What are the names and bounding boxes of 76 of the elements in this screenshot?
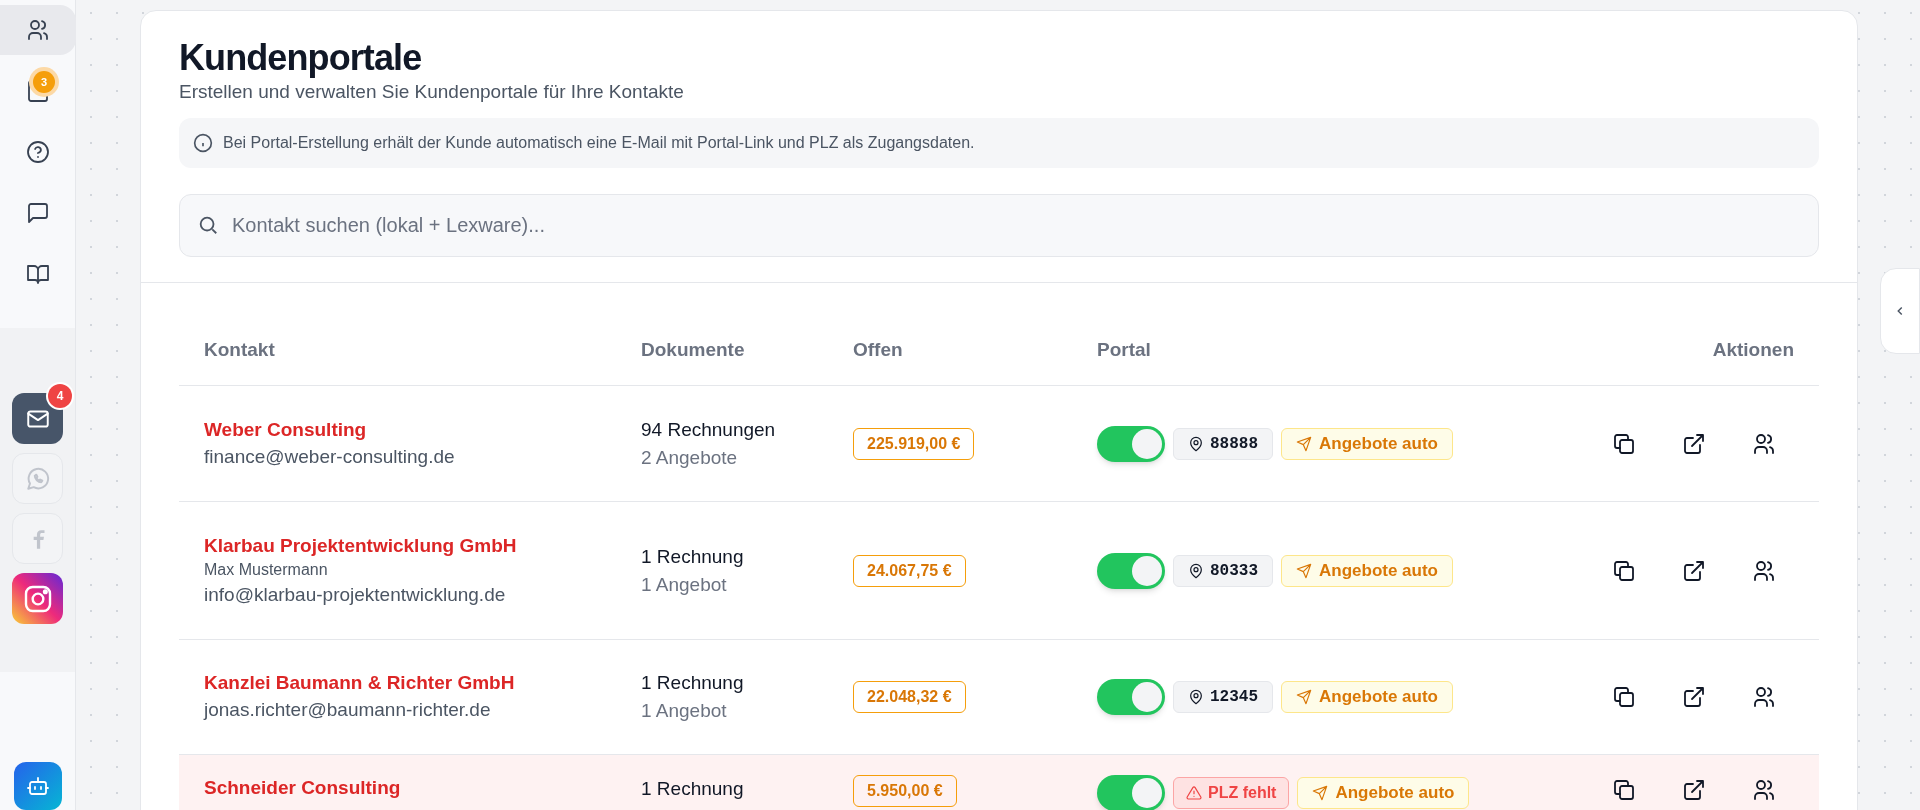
users-icon <box>1752 431 1776 456</box>
open-amount: 225.919,00 € <box>853 427 975 460</box>
notification-badge: 4 <box>48 384 72 409</box>
contact-email: info@klarbau-projektentwicklung.de <box>204 582 507 607</box>
auto-offers-tag: Angebote auto <box>1297 777 1470 809</box>
postal-code-tag: 80333 <box>1173 554 1273 587</box>
table-row[interactable]: Schneider Consulting 1 Rechnung 5.950,00 € PLZ fehlt Angebote auto <box>179 755 1819 810</box>
column-header: Offen <box>853 338 904 363</box>
auto-offers-tag: Angebote auto <box>1281 554 1453 587</box>
search-icon <box>197 214 219 236</box>
page-title: Kundenportale <box>179 36 423 80</box>
phone-bubble-icon <box>24 465 51 492</box>
offer-count: 2 Angebote <box>641 445 739 470</box>
send-icon <box>1312 785 1329 801</box>
postal-code-tag: 88888 <box>1173 427 1273 460</box>
channel-button[interactable] <box>12 573 63 625</box>
open-amount: 5.950,00 € <box>853 775 957 807</box>
info-text: Bei Portal-Erstellung erhält der Kunde automatisch eine E-Mail mit Portal-Link und PLZ als Zugangsdaten. <box>223 133 975 153</box>
postal-code-tag: 12345 <box>1173 681 1273 713</box>
external-link-icon <box>1682 431 1706 456</box>
column-header: Dokumente <box>641 338 746 363</box>
portal-toggle[interactable] <box>1097 552 1165 589</box>
users-icon <box>1752 778 1776 802</box>
contact-person: Max Mustermann <box>204 559 329 580</box>
warning-icon <box>1186 785 1202 801</box>
auto-offers-tag: Angebote auto <box>1281 427 1453 460</box>
invoice-count: 94 Rechnungen <box>641 417 777 442</box>
copy-icon <box>1612 685 1636 709</box>
missing-postal-code-tag: PLZ fehlt <box>1173 777 1290 809</box>
copy-icon <box>1612 558 1636 583</box>
map-pin-icon <box>1188 689 1204 705</box>
open-amount: 24.067,75 € <box>853 554 966 587</box>
portal-toggle[interactable] <box>1097 425 1165 462</box>
page-subtitle: Erstellen und verwalten Sie Kundenportale für Ihre Kontakte <box>179 80 685 104</box>
contact-name[interactable]: Weber Consulting <box>204 416 641 443</box>
users-icon <box>1752 685 1776 709</box>
assistant-button[interactable] <box>13 762 62 810</box>
sidebar-nav-item[interactable] <box>0 5 76 55</box>
clipboard-icon <box>26 79 50 103</box>
invoice-count: 1 Rechnung <box>641 777 745 801</box>
robot-icon <box>25 774 50 798</box>
external-link-icon <box>1682 558 1706 583</box>
users-icon <box>26 18 50 42</box>
channel-button[interactable] <box>12 393 63 445</box>
portal-toggle[interactable] <box>1097 679 1165 715</box>
send-icon <box>1296 689 1312 705</box>
contact-name[interactable]: Klarbau Projektentwicklung GmbH <box>204 532 641 559</box>
notification-badge: 3 <box>33 71 55 93</box>
copy-icon <box>1612 431 1636 456</box>
send-icon <box>1296 562 1312 579</box>
send-icon <box>1296 435 1312 452</box>
info-icon <box>193 133 213 153</box>
invoice-count: 1 Rechnung <box>641 671 745 695</box>
contact-email: finance@weber-consulting.de <box>204 444 456 469</box>
column-header: Kontakt <box>203 338 276 363</box>
open-amount: 22.048,32 € <box>853 681 966 713</box>
search-field[interactable]: Kontakt suchen (lokal + Lexware)... <box>179 194 1819 257</box>
contact-name[interactable]: Kanzlei Baumann & Richter GmbH <box>204 670 641 696</box>
offer-count: 1 Angebot <box>641 699 728 723</box>
copy-icon <box>1612 778 1636 802</box>
auto-offers-tag: Angebote auto <box>1281 681 1453 713</box>
column-header: Portal <box>1097 338 1152 363</box>
external-link-icon <box>1682 778 1706 802</box>
invoice-count: 1 Rechnung <box>641 544 745 569</box>
column-header: Aktionen <box>1711 338 1795 363</box>
open-book-icon <box>26 262 50 286</box>
contact-name[interactable]: Schneider Consulting <box>204 775 641 801</box>
offer-count: 1 Angebot <box>641 572 728 597</box>
contact-email: jonas.richter@baumann-richter.de <box>204 698 492 722</box>
map-pin-icon <box>1188 435 1204 452</box>
external-link-icon <box>1682 685 1706 709</box>
map-pin-icon <box>1188 562 1204 579</box>
help-icon <box>26 140 50 164</box>
chat-icon <box>26 201 50 225</box>
users-icon <box>1752 558 1776 583</box>
portal-toggle[interactable] <box>1097 775 1165 810</box>
